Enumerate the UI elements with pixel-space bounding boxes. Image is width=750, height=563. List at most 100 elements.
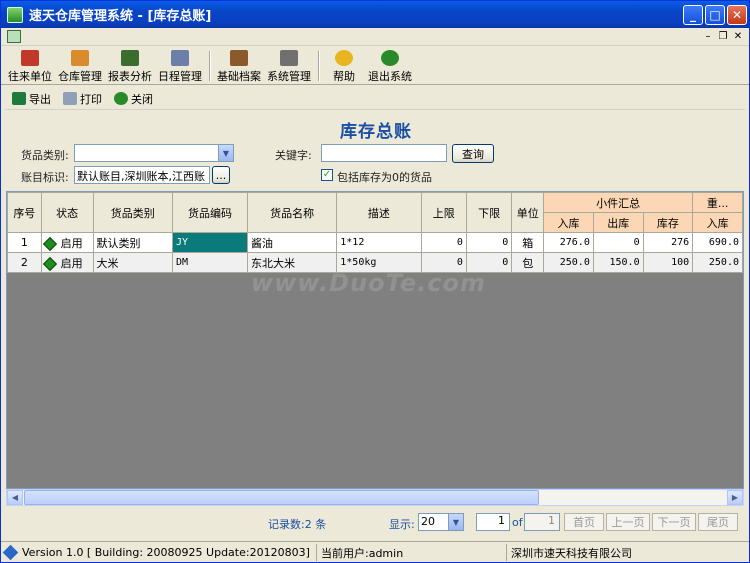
maximize-button[interactable]: □ xyxy=(705,5,725,25)
page-size-select[interactable]: 20 ▼ xyxy=(418,513,464,531)
sub-toolbar: 导出 打印 关闭 xyxy=(5,88,745,110)
next-page-button[interactable]: 下一页 xyxy=(652,513,696,531)
cell-stock: 100 xyxy=(642,252,694,273)
cell-name: 酱油 xyxy=(246,232,338,253)
table-row[interactable]: 1 启用 默认类别 JY 酱油 1*12 0 0 箱 276.0 0 276 6… xyxy=(7,232,743,253)
title-bar[interactable]: 速天仓库管理系统 - [库存总账] _ □ ✕ xyxy=(1,1,749,28)
toolbar-schedule-button[interactable]: 日程管理 xyxy=(155,48,205,84)
books-icon xyxy=(230,50,248,66)
toolbar-system-button[interactable]: 系统管理 xyxy=(264,48,314,84)
mdi-close-button[interactable]: ✕ xyxy=(731,30,745,43)
first-page-button[interactable]: 首页 xyxy=(564,513,604,531)
col-status[interactable]: 状态 xyxy=(40,192,94,233)
account-browse-button[interactable]: ... xyxy=(212,166,230,184)
include-zero-label: 包括库存为0的货品 xyxy=(337,171,432,184)
col-out[interactable]: 出库 xyxy=(592,212,644,233)
current-page-input[interactable]: 1 xyxy=(476,513,510,531)
col-upper[interactable]: 上限 xyxy=(420,192,467,233)
house-icon xyxy=(71,50,89,66)
col-lower[interactable]: 下限 xyxy=(465,192,513,233)
calendar-icon xyxy=(171,50,189,66)
exit-icon xyxy=(381,50,399,66)
close-icon: ✕ xyxy=(731,8,743,22)
prev-page-button[interactable]: 上一页 xyxy=(606,513,650,531)
minimize-icon: _ xyxy=(690,8,696,22)
cell-seq: 2 xyxy=(7,252,42,273)
app-icon xyxy=(7,6,23,23)
toolbar-reports-button[interactable]: 报表分析 xyxy=(105,48,155,84)
mdi-restore-button[interactable]: ❐ xyxy=(716,30,730,43)
cell-seq: 1 xyxy=(7,232,42,253)
col-weight-in[interactable]: 入库 xyxy=(692,212,743,233)
include-zero-checkbox[interactable]: ✓ xyxy=(321,169,333,181)
cell-category: 默认类别 xyxy=(92,232,173,253)
category-select[interactable]: ▼ xyxy=(74,144,234,162)
print-button[interactable]: 打印 xyxy=(60,91,105,107)
enabled-icon xyxy=(42,236,57,251)
toolbar-label: 往来单位 xyxy=(8,70,52,83)
contacts-icon xyxy=(21,50,39,66)
toolbar-warehouse-button[interactable]: 仓库管理 xyxy=(55,48,105,84)
toolbar-exit-button[interactable]: 退出系统 xyxy=(365,48,415,84)
info-icon xyxy=(2,544,19,561)
account-label: 账目标识: xyxy=(21,171,69,184)
report-icon xyxy=(121,50,139,66)
mdi-menubar: – ❐ ✕ xyxy=(1,28,749,46)
horizontal-scrollbar[interactable]: ◀ ▶ xyxy=(6,489,744,506)
tools-icon xyxy=(280,50,298,66)
col-category[interactable]: 货品类别 xyxy=(92,192,173,233)
scroll-right-icon[interactable]: ▶ xyxy=(727,490,743,505)
toolbar-separator xyxy=(209,51,210,81)
enabled-icon xyxy=(42,256,57,271)
chevron-down-icon[interactable]: ▼ xyxy=(448,514,463,530)
mdi-child-icon[interactable] xyxy=(7,30,21,43)
account-field[interactable]: 默认账目,深圳账本,江西账 xyxy=(74,166,210,184)
cell-status: 启用 xyxy=(40,252,94,273)
mdi-minimize-button[interactable]: – xyxy=(701,30,715,43)
col-name[interactable]: 货品名称 xyxy=(246,192,338,233)
toolbar-label: 基础档案 xyxy=(217,70,261,83)
keyword-input[interactable] xyxy=(321,144,447,162)
close-window-button[interactable]: ✕ xyxy=(727,5,747,25)
minimize-button[interactable]: _ xyxy=(683,5,703,25)
col-desc[interactable]: 描述 xyxy=(336,192,422,233)
scroll-left-icon[interactable]: ◀ xyxy=(7,490,23,505)
inventory-table: 序号 状态 货品类别 货品编码 货品名称 描述 上限 下限 单位 小件汇总 重.… xyxy=(7,192,743,273)
cell-status: 启用 xyxy=(40,232,94,253)
scroll-thumb[interactable] xyxy=(24,490,539,505)
close-button[interactable]: 关闭 xyxy=(111,91,156,107)
of-label: of xyxy=(512,516,523,529)
col-stock[interactable]: 库存 xyxy=(642,212,694,233)
last-page-button[interactable]: 尾页 xyxy=(698,513,738,531)
toolbar-label: 报表分析 xyxy=(108,70,152,83)
inventory-grid[interactable]: 序号 状态 货品类别 货品编码 货品名称 描述 上限 下限 单位 小件汇总 重.… xyxy=(6,191,744,489)
toolbar-basics-button[interactable]: 基础档案 xyxy=(214,48,264,84)
print-label: 打印 xyxy=(80,92,102,106)
cell-code[interactable]: JY xyxy=(171,232,248,253)
main-toolbar: 往来单位 仓库管理 报表分析 日程管理 基础档案 系统管理 帮助 退出系统 xyxy=(1,47,749,85)
cell-code[interactable]: DM xyxy=(171,252,248,273)
chevron-down-icon[interactable]: ▼ xyxy=(218,145,233,161)
version-text: Version 1.0 [ Building: 20080925 Update:… xyxy=(22,546,310,559)
col-code[interactable]: 货品编码 xyxy=(171,192,248,233)
toolbar-help-button[interactable]: 帮助 xyxy=(323,48,365,84)
cell-unit: 箱 xyxy=(511,232,545,253)
col-in[interactable]: 入库 xyxy=(543,212,594,233)
pager: 记录数:2 条 显示: 20 ▼ 1 of 1 首页 上一页 下一页 尾页 xyxy=(6,511,744,533)
cell-unit: 包 xyxy=(511,252,545,273)
col-seq[interactable]: 序号 xyxy=(7,192,42,233)
col-unit[interactable]: 单位 xyxy=(511,192,545,233)
page-size-value: 20 xyxy=(421,515,435,528)
status-text: 启用 xyxy=(60,256,83,270)
col-weight: 重... xyxy=(692,192,743,213)
version-cell: Version 1.0 [ Building: 20080925 Update:… xyxy=(1,544,317,561)
window-title: 速天仓库管理系统 - [库存总账] xyxy=(29,9,212,24)
toolbar-separator xyxy=(318,51,319,81)
status-bar: Version 1.0 [ Building: 20080925 Update:… xyxy=(1,541,749,562)
cell-category: 大米 xyxy=(92,252,173,273)
cell-stock: 276 xyxy=(642,232,694,253)
export-button[interactable]: 导出 xyxy=(9,91,54,107)
toolbar-contacts-button[interactable]: 往来单位 xyxy=(5,48,55,84)
maximize-icon: □ xyxy=(709,8,721,22)
query-button[interactable]: 查询 xyxy=(452,144,494,163)
